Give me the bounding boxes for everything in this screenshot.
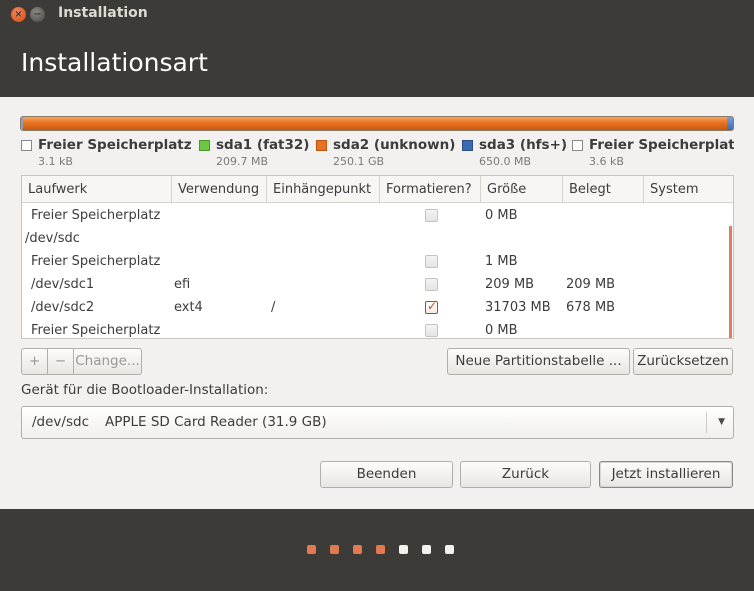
bootloader-label: Gerät für die Bootloader-Installation:	[21, 382, 269, 398]
cell-size: 0 MB	[485, 208, 518, 223]
table-row[interactable]: Freier Speicherplatz 1 MB	[22, 250, 728, 273]
legend-size: 3.6 kB	[589, 155, 624, 168]
legend-size: 250.1 GB	[333, 155, 385, 168]
cell-used: 209 MB	[566, 277, 616, 292]
legend-swatch	[572, 140, 583, 151]
progress-footer	[0, 509, 754, 591]
table-header: Laufwerk Verwendung Einhängepunkt Format…	[22, 176, 733, 203]
legend-swatch	[21, 140, 32, 151]
title-bar: × − Installation	[0, 0, 754, 28]
bootloader-description: APPLE SD Card Reader (31.9 GB)	[105, 414, 327, 430]
column-header-size[interactable]: Größe	[481, 176, 563, 203]
legend-item-free-1: Freier Speicherplatz 3.1 kB	[21, 137, 196, 170]
legend-swatch	[316, 140, 327, 151]
legend-item-sda3: sda3 (hfs+) 650.0 MB	[462, 137, 568, 170]
cell-device: /dev/sdc	[25, 231, 80, 246]
bootloader-device-select[interactable]: /dev/sdc APPLE SD Card Reader (31.9 GB) …	[21, 406, 734, 439]
page-header: Installationsart	[0, 28, 754, 97]
legend-name: Freier Speicherplatz	[38, 137, 192, 153]
table-row[interactable]: Freier Speicherplatz 0 MB	[22, 319, 728, 338]
progress-dot	[307, 545, 316, 554]
legend-name: Freier Speicherplatz	[589, 138, 734, 153]
legend-item-free-2: Freier Speicherplatz 3.6 kB	[572, 138, 734, 170]
disk-segment-sda3	[727, 117, 733, 130]
cell-device: Freier Speicherplatz	[31, 323, 161, 338]
table-row[interactable]: /dev/sdc	[22, 227, 728, 250]
cell-device: /dev/sdc2	[31, 300, 95, 315]
cell-size: 1 MB	[485, 254, 518, 269]
legend-item-sda2: sda2 (unknown) 250.1 GB	[316, 137, 456, 170]
progress-dot	[445, 545, 454, 554]
close-icon[interactable]: ×	[11, 7, 26, 22]
format-checkbox[interactable]	[425, 278, 438, 291]
legend-swatch	[199, 140, 210, 151]
combo-separator	[706, 412, 707, 433]
remove-partition-button[interactable]: −	[47, 348, 74, 375]
cell-device: Freier Speicherplatz	[31, 254, 161, 269]
cell-used: 678 MB	[566, 300, 616, 315]
progress-dot	[399, 545, 408, 554]
change-partition-button[interactable]: Change...	[73, 348, 142, 375]
cell-use: efi	[174, 277, 191, 292]
format-checkbox[interactable]	[425, 324, 438, 337]
legend-swatch	[462, 140, 473, 151]
legend-name: sda2 (unknown)	[333, 137, 456, 153]
chevron-down-icon[interactable]: ▼	[718, 407, 725, 438]
format-checkbox[interactable]	[425, 299, 438, 314]
window-title: Installation	[58, 5, 148, 21]
cell-size: 0 MB	[485, 323, 518, 338]
bootloader-device: /dev/sdc	[32, 414, 89, 430]
progress-dot	[353, 545, 362, 554]
column-header-device[interactable]: Laufwerk	[22, 176, 172, 203]
table-scrollbar[interactable]	[729, 226, 732, 338]
legend-name: sda3 (hfs+)	[479, 137, 568, 153]
table-row[interactable]: /dev/sdc2 ext4 / 31703 MB 678 MB	[22, 296, 728, 319]
column-header-format[interactable]: Formatieren?	[380, 176, 481, 203]
legend-size: 650.0 MB	[479, 155, 532, 168]
minimize-icon[interactable]: −	[30, 7, 45, 22]
disk-usage-bar	[20, 116, 734, 131]
table-row[interactable]: Freier Speicherplatz 0 MB	[22, 204, 728, 227]
legend-name: sda1 (fat32)	[216, 137, 310, 153]
cell-size: 31703 MB	[485, 300, 551, 315]
cell-size: 209 MB	[485, 277, 535, 292]
cell-use: ext4	[174, 300, 203, 315]
quit-button[interactable]: Beenden	[320, 461, 453, 488]
format-checkbox[interactable]	[425, 255, 438, 268]
column-header-mount[interactable]: Einhängepunkt	[267, 176, 380, 203]
partition-table[interactable]: Laufwerk Verwendung Einhängepunkt Format…	[21, 175, 734, 339]
progress-dot	[376, 545, 385, 554]
progress-dot	[330, 545, 339, 554]
new-partition-table-button[interactable]: Neue Partitionstabelle ...	[447, 348, 630, 375]
add-partition-button[interactable]: +	[21, 348, 48, 375]
column-header-used[interactable]: Belegt	[563, 176, 644, 203]
back-button[interactable]: Zurück	[460, 461, 591, 488]
column-header-system[interactable]: System	[644, 176, 733, 203]
install-now-button[interactable]: Jetzt installieren	[599, 461, 733, 488]
table-row[interactable]: /dev/sdc1 efi 209 MB 209 MB	[22, 273, 728, 296]
legend-size: 209.7 MB	[216, 155, 269, 168]
cell-device: /dev/sdc1	[31, 277, 95, 292]
legend-size: 3.1 kB	[38, 155, 73, 168]
progress-dot	[422, 545, 431, 554]
main-content: Freier Speicherplatz 3.1 kB sda1 (fat32)…	[0, 97, 754, 509]
format-checkbox[interactable]	[425, 209, 438, 222]
column-header-use[interactable]: Verwendung	[172, 176, 267, 203]
cell-mount: /	[271, 300, 276, 315]
legend-item-sda1: sda1 (fat32) 209.7 MB	[199, 137, 310, 170]
page-title: Installationsart	[21, 48, 208, 77]
cell-device: Freier Speicherplatz	[31, 208, 161, 223]
reset-button[interactable]: Zurücksetzen	[633, 348, 733, 375]
disk-segment-sda1	[21, 117, 23, 130]
